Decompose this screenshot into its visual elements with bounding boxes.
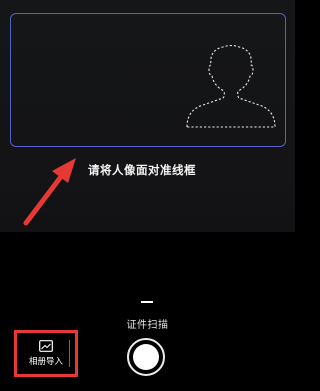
album-import-button[interactable]: 相册导入 [14,330,78,377]
album-import-label: 相册导入 [28,357,63,367]
camera-viewfinder: 请将人像面对准线框 [0,0,295,232]
portrait-silhouette-icon [186,44,276,128]
mode-label-id-scan[interactable]: 证件扫描 [0,316,295,331]
alignment-hint: 请将人像面对准线框 [88,163,196,177]
shutter-inner [133,344,159,370]
arrow-annotation-icon [23,158,76,226]
image-gallery-icon [39,340,53,352]
divider [69,340,70,367]
portrait-frame [10,13,286,147]
mode-indicator [141,301,153,303]
shutter-button[interactable] [127,338,165,376]
